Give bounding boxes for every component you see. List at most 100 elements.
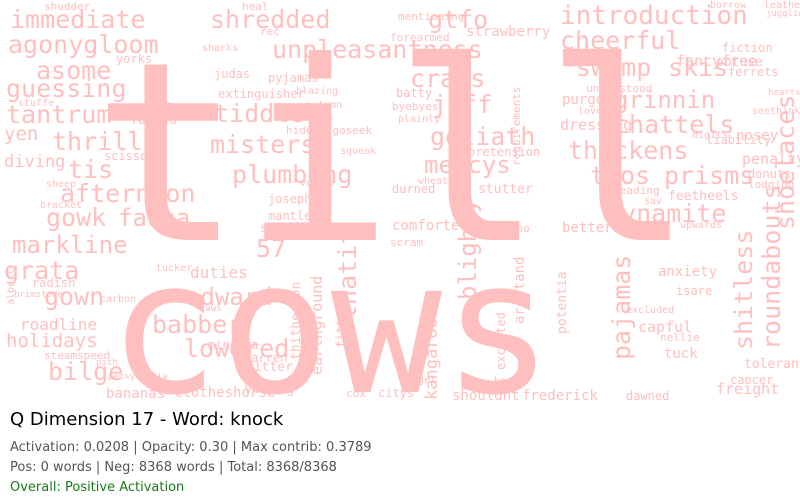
cloud-word: isare xyxy=(676,284,712,298)
cloud-word: unpleasantness xyxy=(272,35,483,64)
cloud-word: veneer xyxy=(300,178,336,189)
cloud-word: taws xyxy=(200,304,222,314)
cloud-word: pretension xyxy=(468,145,540,159)
cloud-word: scissors xyxy=(104,149,162,163)
cloud-word: prisms xyxy=(664,161,754,190)
cloud-word: juggling xyxy=(766,9,800,19)
cloud-word: markline xyxy=(12,231,128,259)
cloud-word: brimstone xyxy=(14,290,63,300)
cloud-word: jeff xyxy=(432,90,492,119)
cloud-word: excepted xyxy=(494,312,508,370)
cloud-word: joseph xyxy=(268,192,311,206)
cloud-word: dressing xyxy=(560,116,632,134)
word-cloud-image: till cows shredded immediate agonygloom unple… xyxy=(0,0,800,400)
cloud-word: pyjamas xyxy=(268,71,319,85)
cloud-word: sharks xyxy=(202,43,238,54)
cloud-word: tucker xyxy=(156,263,192,274)
cloud-word: diving xyxy=(4,152,65,172)
cloud-word: earthground xyxy=(308,276,326,375)
cloud-word: fooled xyxy=(130,113,177,128)
cloud-word: joes xyxy=(142,99,173,114)
cloud-word: sheep xyxy=(46,179,76,190)
cloud-word: edward xyxy=(186,283,273,311)
cloud-word: nellie xyxy=(660,331,700,344)
cloud-word: hers xyxy=(494,376,518,387)
cloud-word: swamp xyxy=(576,53,651,82)
cloud-word: mentioning xyxy=(398,10,464,23)
cloud-word: autumn xyxy=(306,100,342,111)
cloud-word: strawberry xyxy=(466,24,550,40)
cloud-word: yen xyxy=(4,123,38,145)
cloud-word: extinguisher xyxy=(218,87,305,101)
cloud-word: requirements xyxy=(510,87,523,166)
cloud-word: judas xyxy=(214,67,250,81)
cloud-word: seethink xyxy=(752,106,800,117)
cloud-word: arestand xyxy=(512,257,528,324)
cloud-word: gel xyxy=(418,375,436,386)
cloud-word: fauna xyxy=(118,204,190,232)
cloud-word: betters xyxy=(562,220,621,236)
cloud-word: minerva xyxy=(208,338,259,352)
cloud-word: love xyxy=(578,106,602,117)
cloud-word: blazing xyxy=(296,86,338,97)
cloud-word: lodging xyxy=(748,178,794,191)
cloud-word: kangaroo xyxy=(422,318,442,400)
cloud-word: wheat xyxy=(418,176,448,187)
cloud-word: roadline xyxy=(20,315,97,334)
cloud-word: hideandgoseek xyxy=(286,124,372,137)
cloud-word: radish xyxy=(32,276,75,290)
cloud-word: penalty xyxy=(742,150,800,168)
cloud-word: sav xyxy=(644,196,662,207)
cloud-word: honcho xyxy=(490,222,530,235)
cloud-word: plainly xyxy=(398,114,440,125)
dimension-title: Q Dimension 17 - Word: knock xyxy=(10,409,284,430)
cloud-word: bracket xyxy=(40,200,82,211)
cloud-word: blighty xyxy=(454,199,482,300)
cloud-word: heartstrings xyxy=(768,88,800,98)
cloud-word: shudder xyxy=(44,0,91,13)
cloud-word: pensylvania xyxy=(108,372,168,382)
cloud-word: clotheshorse xyxy=(174,385,275,400)
cloud-word: speedsteam xyxy=(260,221,338,236)
cloud-word: squeak xyxy=(340,146,376,157)
cloud-word: bananas xyxy=(106,386,165,400)
cloud-word: cancer xyxy=(730,373,773,387)
cloud-word: scram xyxy=(390,236,423,249)
cloud-word: stuffe xyxy=(18,98,54,109)
cloud-word: dawned xyxy=(626,389,669,400)
cloud-word: anxiety xyxy=(658,264,717,280)
activation-stats: Activation: 0.0208 | Opacity: 0.30 | Max… xyxy=(10,440,372,455)
cloud-word: fiction xyxy=(722,41,773,55)
cloud-word: carbon xyxy=(100,294,136,305)
cloud-word: fittest xyxy=(334,297,348,348)
cloud-word: shouldnt xyxy=(452,388,519,400)
cloud-word: cox xyxy=(346,387,366,400)
cloud-word: comforter xyxy=(392,218,468,234)
cloud-word: nosey xyxy=(736,128,778,144)
cloud-word: stutter xyxy=(478,182,533,197)
word-counts: Pos: 0 words | Neg: 8368 words | Total: … xyxy=(10,460,337,475)
cloud-word: cheerful xyxy=(560,26,680,55)
cloud-word: titter xyxy=(246,360,293,375)
cloud-word: digits xyxy=(692,130,728,141)
cloud-word: heal xyxy=(242,0,269,13)
cloud-word: frederick xyxy=(522,388,598,400)
cloud-word: feetheels xyxy=(668,189,738,204)
overall-activation-status: Overall: Positive Activation xyxy=(10,480,185,495)
cloud-word: tuck xyxy=(664,346,698,362)
cloud-word: byebyes xyxy=(392,100,438,113)
cloud-word: pith xyxy=(96,358,118,368)
cloud-word: ferrets xyxy=(728,65,779,79)
cloud-word: 57 xyxy=(256,234,286,263)
cloud-word: yorks xyxy=(116,52,152,66)
cloud-word: shitless xyxy=(729,230,758,350)
cloud-word: citys xyxy=(378,386,414,400)
cloud-word: duties xyxy=(190,263,248,282)
cloud-word: rec xyxy=(260,25,280,38)
cloud-word: forearmed xyxy=(390,31,450,44)
cloud-word: borrow xyxy=(710,0,747,11)
cloud-word: upwards xyxy=(680,220,722,231)
cloud-word: excluded xyxy=(626,305,674,316)
cloud-word: understood xyxy=(586,82,652,95)
word-cloud-canvas: tillcowsshreddedimmediateagonygloom unple… xyxy=(4,0,800,400)
